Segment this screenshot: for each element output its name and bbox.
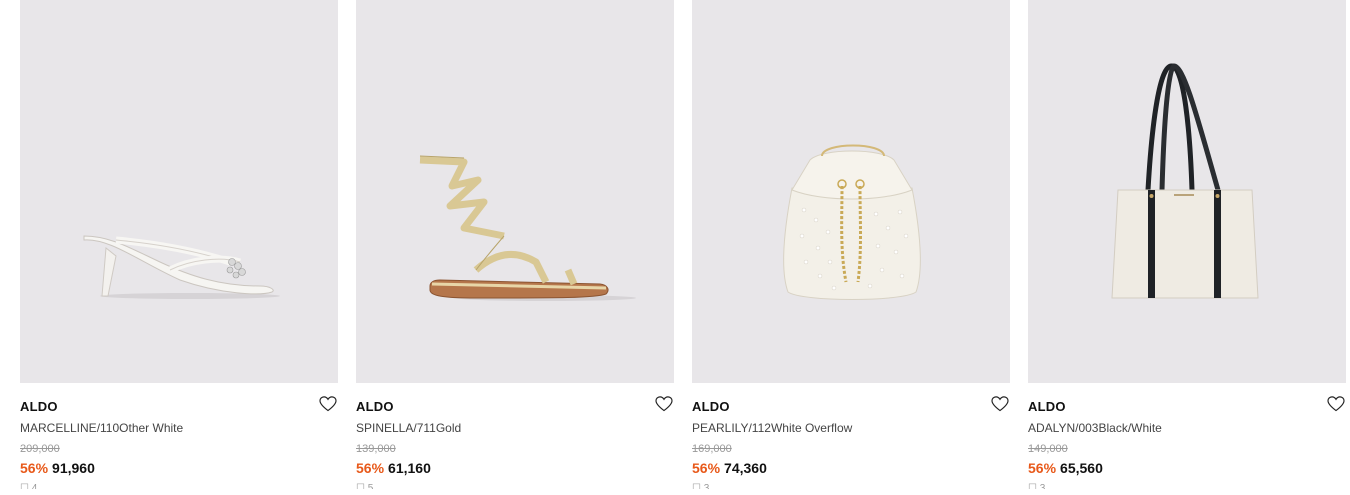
price-row: 56% 91,960 [20,459,338,477]
brand-name[interactable]: ALDO [692,399,730,414]
product-card[interactable]: ALDO ADALYN/003Black/White 149,000 56% 65… [1028,0,1346,489]
sale-price: 91,960 [52,460,95,476]
brand-row: ALDO [356,396,674,415]
product-image[interactable] [692,0,1010,383]
brand-name[interactable]: ALDO [1028,399,1066,414]
product-name[interactable]: ADALYN/003Black/White [1028,420,1346,436]
discount-rate: 56% [1028,460,1057,476]
product-image[interactable] [20,0,338,383]
product-image[interactable] [356,0,674,383]
heart-icon[interactable] [991,396,1009,412]
original-price: 209,000 [20,443,60,455]
discount-rate: 56% [356,460,385,476]
heart-icon[interactable] [1327,396,1345,412]
product-card[interactable]: ALDO PEARLILY/112White Overflow 169,000 … [692,0,1010,489]
sale-price: 65,560 [1060,460,1103,476]
product-extra-info: ☐ 3 [1028,483,1046,489]
price-row: 56% 61,160 [356,459,674,477]
white-heeled-sandal-icon [83,235,280,299]
white-tote-bag-icon [1111,63,1259,299]
brand-row: ALDO [20,396,338,415]
product-grid: ALDO MARCELLINE/110Other White 209,000 5… [20,0,1346,489]
product-extra-info: ☐ 5 [356,483,374,489]
product-name[interactable]: MARCELLINE/110Other White [20,420,338,436]
pearl-bucket-bag-icon [783,144,921,300]
sale-price: 74,360 [724,460,767,476]
original-price: 139,000 [356,443,396,455]
product-card[interactable]: ALDO MARCELLINE/110Other White 209,000 5… [20,0,338,489]
product-image[interactable] [1028,0,1346,383]
price-row: 56% 65,560 [1028,459,1346,477]
discount-rate: 56% [692,460,721,476]
discount-rate: 56% [20,460,49,476]
original-price: 149,000 [1028,443,1068,455]
price-row: 56% 74,360 [692,459,1010,477]
brand-row: ALDO [692,396,1010,415]
brand-name[interactable]: ALDO [356,399,394,414]
product-extra-info: ☐ 3 [692,483,710,489]
brand-row: ALDO [1028,396,1346,415]
product-name[interactable]: SPINELLA/711Gold [356,420,674,436]
heart-icon[interactable] [319,396,337,412]
product-name[interactable]: PEARLILY/112White Overflow [692,420,1010,436]
original-price: 169,000 [692,443,732,455]
product-card[interactable]: ALDO SPINELLA/711Gold 139,000 56% 61,160 … [356,0,674,489]
sale-price: 61,160 [388,460,431,476]
gold-wrap-sandal-icon [419,155,636,301]
heart-icon[interactable] [655,396,673,412]
brand-name[interactable]: ALDO [20,399,58,414]
product-extra-info: ☐ 4 [20,483,38,489]
